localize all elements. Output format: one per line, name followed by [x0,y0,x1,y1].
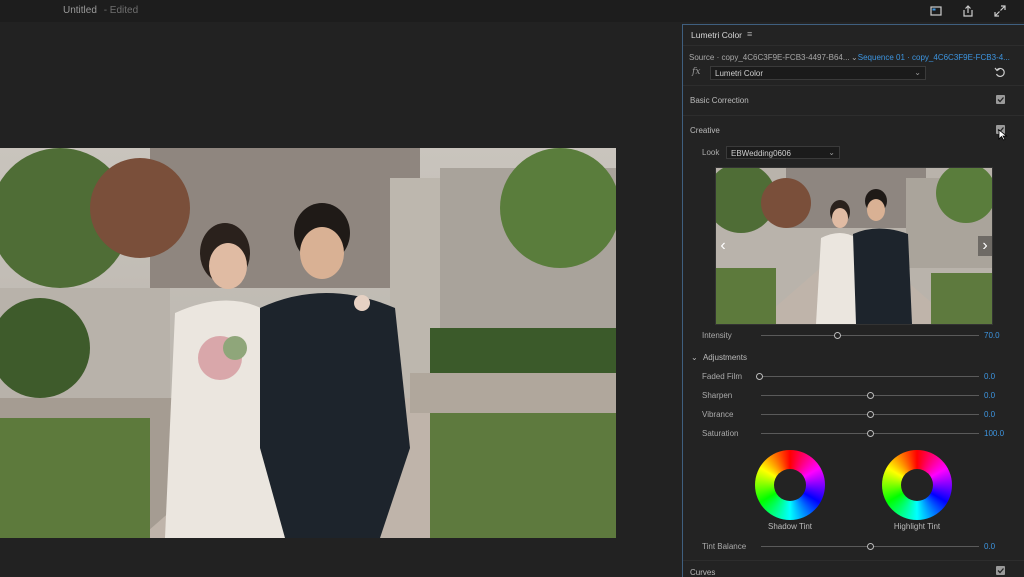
vibrance-slider-handle[interactable] [867,411,874,418]
intensity-value[interactable]: 70.0 [984,331,1000,340]
record-icon[interactable] [928,3,944,19]
edited-status: - Edited [103,5,139,16]
adjustments-header[interactable]: ⌄ Adjustments [691,353,747,362]
highlight-tint-wheel[interactable] [882,450,952,520]
look-preview-thumbnail[interactable]: ‹ › [715,167,993,325]
program-monitor [0,22,680,576]
faded-film-slider[interactable] [761,376,979,377]
fullscreen-icon[interactable] [992,3,1008,19]
effect-select[interactable]: Lumetri Color ⌄ [710,66,926,80]
chevron-down-icon: ⌄ [914,68,921,77]
intensity-slider-handle[interactable] [834,332,841,339]
adjustments-title: Adjustments [702,353,747,362]
curves-checkbox[interactable] [996,566,1005,575]
divider [683,85,1024,86]
vibrance-value[interactable]: 0.0 [984,410,995,419]
sequence-clip[interactable]: Sequence 01 · copy_4C6C3F9E-FCB3-4... [858,53,1010,62]
sharpen-slider-handle[interactable] [867,392,874,399]
chevron-down-icon: ⌄ [691,353,698,362]
shadow-tint-label: Shadow Tint [767,522,813,531]
section-basic-correction[interactable]: Basic Correction [690,96,749,105]
reset-icon[interactable] [994,66,1006,78]
saturation-slider-handle[interactable] [867,430,874,437]
panel-tab-lumetri[interactable]: Lumetri Color [691,30,742,40]
saturation-value[interactable]: 100.0 [984,429,1004,438]
intensity-slider[interactable] [761,335,979,336]
intensity-label: Intensity [702,331,732,340]
next-look-chevron-icon[interactable]: › [978,236,992,256]
saturation-label: Saturation [702,429,739,438]
sharpen-value[interactable]: 0.0 [984,391,995,400]
look-select[interactable]: EBWedding0606 ⌄ [726,146,840,159]
highlight-tint-label: Highlight Tint [893,522,941,531]
share-icon[interactable] [960,3,976,19]
mouse-cursor-icon [998,129,1008,141]
tint-balance-slider-handle[interactable] [867,543,874,550]
document-title: Untitled - Edited [63,5,138,16]
basic-correction-checkbox[interactable] [996,95,1005,104]
tint-balance-label: Tint Balance [702,542,747,551]
document-name: Untitled [63,5,97,16]
sharpen-label: Sharpen [702,391,733,400]
divider [683,560,1024,561]
faded-film-value[interactable]: 0.0 [984,372,995,381]
vibrance-label: Vibrance [702,410,734,419]
divider [683,115,1024,116]
chevron-down-icon: ⌄ [828,148,835,157]
lumetri-color-panel: Lumetri Color ≡ Source · copy_4C6C3F9E-F… [682,24,1024,577]
source-dropdown-chevron-icon[interactable]: ⌄ [851,53,858,62]
title-bar: Untitled - Edited [0,0,1024,22]
divider [683,45,1024,46]
video-frame[interactable] [0,148,616,538]
fx-icon[interactable]: fx [692,67,700,77]
clip-source-row[interactable]: Source · copy_4C6C3F9E-FCB3-4497-B64... … [689,53,1010,62]
source-clip[interactable]: Source · copy_4C6C3F9E-FCB3-4497-B64... [689,53,850,62]
section-creative[interactable]: Creative [690,126,720,135]
effect-select-value: Lumetri Color [715,69,764,78]
shadow-tint-wheel[interactable] [755,450,825,520]
look-select-value: EBWedding0606 [731,149,791,158]
previous-look-chevron-icon[interactable]: ‹ [716,236,730,256]
tint-balance-value[interactable]: 0.0 [984,542,995,551]
faded-film-slider-handle[interactable] [756,373,763,380]
panel-menu-icon[interactable]: ≡ [747,29,752,39]
faded-film-label: Faded Film [702,372,743,381]
look-label: Look [702,148,720,157]
